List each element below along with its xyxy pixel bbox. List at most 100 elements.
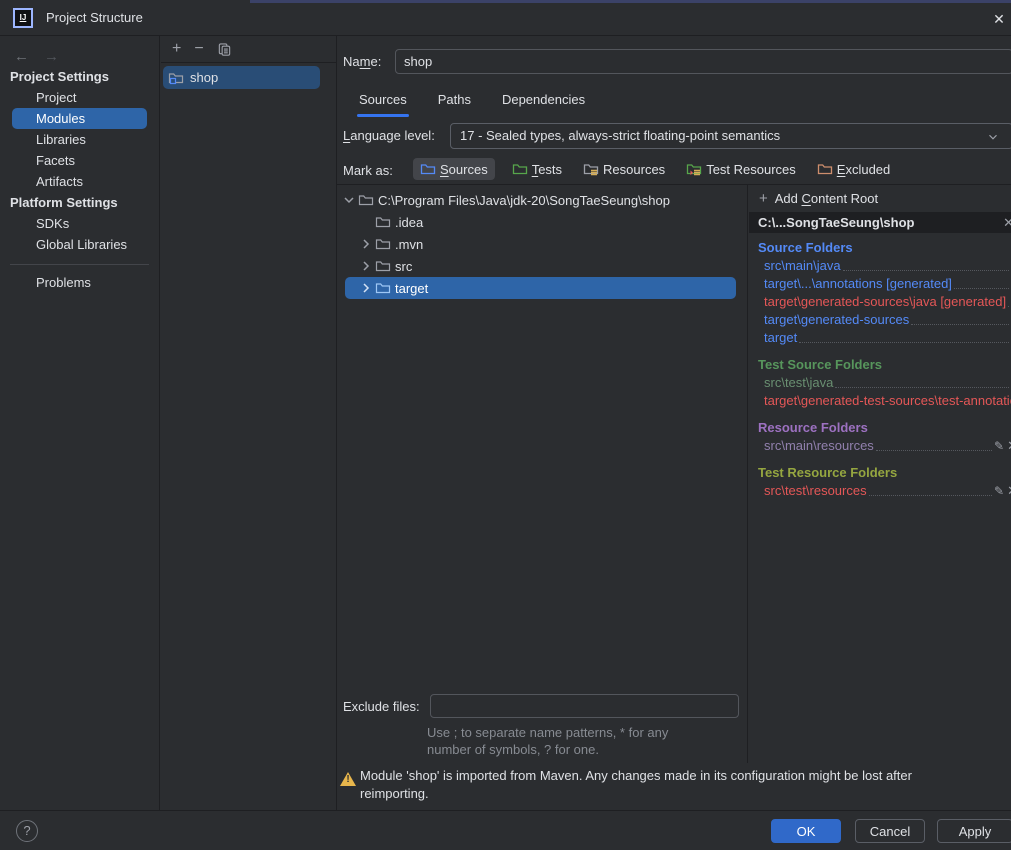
nav-divider bbox=[10, 264, 149, 265]
sources-folder-icon bbox=[420, 164, 436, 175]
sidebar-item-facets[interactable]: Facets bbox=[0, 150, 159, 171]
mark-sources-button[interactable]: Sources bbox=[413, 158, 495, 180]
sidebar-item-global-libraries[interactable]: Global Libraries bbox=[0, 234, 159, 255]
exclude-files-hint: Use ; to separate name patterns, * for a… bbox=[427, 725, 669, 757]
sidebar-item-libraries[interactable]: Libraries bbox=[0, 129, 159, 150]
content-root-header[interactable]: C:\...SongTaeSeung\shop ✕ bbox=[749, 212, 1011, 233]
combo-chevron-down-icon bbox=[986, 130, 1000, 144]
mark-tests-button[interactable]: Tests bbox=[508, 158, 566, 180]
chevron-down-icon[interactable] bbox=[341, 192, 357, 208]
title-bar: IJ Project Structure ✕ bbox=[0, 0, 1011, 36]
add-module-icon[interactable]: + bbox=[172, 41, 181, 57]
edit-pencil-icon[interactable]: ✎ bbox=[994, 482, 1004, 500]
add-content-root-button[interactable]: + Add Content Root bbox=[749, 185, 1011, 212]
apply-button[interactable]: Apply bbox=[937, 819, 1011, 843]
mark-test-resources-button[interactable]: Test Resources bbox=[682, 158, 800, 180]
chevron-right-icon[interactable] bbox=[358, 258, 374, 274]
dialog-title: Project Structure bbox=[46, 10, 143, 25]
sidebar-item-problems[interactable]: Problems bbox=[0, 272, 159, 293]
tab-paths[interactable]: Paths bbox=[436, 88, 473, 117]
copy-module-icon[interactable] bbox=[217, 42, 232, 57]
test-resources-folder-icon bbox=[687, 164, 702, 176]
tree-row-label: C:\Program Files\Java\jdk-20\SongTaeSeun… bbox=[378, 192, 670, 208]
tree-row-root[interactable]: C:\Program Files\Java\jdk-20\SongTaeSeun… bbox=[337, 189, 747, 211]
ok-button[interactable]: OK bbox=[771, 819, 841, 843]
sidebar-item-modules[interactable]: Modules bbox=[12, 108, 147, 129]
mark-excluded-button[interactable]: Excluded bbox=[813, 158, 894, 180]
edit-pencil-icon[interactable]: ✎ bbox=[994, 437, 1004, 455]
module-list-item-shop[interactable]: shop bbox=[163, 66, 320, 89]
tree-row-idea[interactable]: .idea bbox=[337, 211, 747, 233]
exclude-files-input[interactable] bbox=[430, 694, 739, 718]
folder-icon bbox=[375, 236, 391, 252]
module-name-input[interactable] bbox=[395, 49, 1011, 74]
settings-nav: ← → Project Settings Project Modules Lib… bbox=[0, 36, 160, 810]
remove-content-root-icon[interactable]: ✕ bbox=[1003, 212, 1011, 233]
language-level-select[interactable]: 17 - Sealed types, always-strict floatin… bbox=[450, 123, 1011, 149]
folder-icon bbox=[375, 280, 391, 296]
remove-module-icon[interactable]: − bbox=[194, 41, 203, 57]
sidebar-item-artifacts[interactable]: Artifacts bbox=[0, 171, 159, 192]
warning-icon: ! bbox=[340, 772, 356, 786]
content-root-tree: C:\Program Files\Java\jdk-20\SongTaeSeun… bbox=[337, 185, 748, 763]
resources-folder-icon bbox=[583, 164, 599, 176]
forward-icon[interactable]: → bbox=[44, 48, 59, 66]
folder-icon bbox=[358, 192, 374, 208]
maven-warning: ! Module 'shop' is imported from Maven. … bbox=[337, 763, 1011, 810]
folder-sections: Source Folders src\main\java target\...\… bbox=[749, 233, 1011, 500]
tree-row-label: .idea bbox=[395, 214, 424, 230]
tree-row-label: .mvn bbox=[395, 236, 424, 252]
modules-toolbar: + − bbox=[161, 36, 336, 63]
mark-as-label: Mark as: bbox=[343, 163, 393, 178]
chevron-none bbox=[358, 214, 374, 230]
excluded-folder-icon bbox=[817, 164, 832, 175]
folder-link[interactable]: target\...\annotations [generated] bbox=[758, 275, 1011, 293]
language-level-label: Language level: bbox=[343, 128, 435, 143]
module-tabs: Sources Paths Dependencies bbox=[357, 88, 587, 117]
remove-folder-icon[interactable]: ✕ bbox=[1007, 482, 1011, 500]
content-roots-panel: + Add Content Root C:\...SongTaeSeung\sh… bbox=[749, 185, 1011, 763]
folder-icon bbox=[375, 214, 391, 230]
tab-sources[interactable]: Sources bbox=[357, 88, 409, 117]
chevron-right-icon[interactable] bbox=[358, 236, 374, 252]
project-structure-dialog: IJ Project Structure ✕ ← → Project Setti… bbox=[0, 0, 1011, 850]
nav-header-platform-settings: Platform Settings bbox=[10, 195, 118, 210]
module-icon bbox=[168, 70, 184, 86]
history-arrows: ← → bbox=[0, 36, 159, 66]
back-icon[interactable]: ← bbox=[14, 48, 29, 66]
folder-link[interactable]: src\test\resources ✎ ✕ bbox=[758, 482, 1011, 500]
intellij-logo-icon: IJ bbox=[13, 7, 33, 28]
mark-resources-button[interactable]: Resources bbox=[579, 158, 669, 180]
modules-list-pane: + − shop bbox=[161, 36, 337, 810]
sidebar-item-project[interactable]: Project bbox=[0, 87, 159, 108]
tab-dependencies[interactable]: Dependencies bbox=[500, 88, 587, 117]
folder-icon bbox=[375, 258, 391, 274]
nav-header-project-settings: Project Settings bbox=[10, 69, 109, 84]
close-icon[interactable]: ✕ bbox=[989, 9, 1009, 29]
tree-row-mvn[interactable]: .mvn bbox=[337, 233, 747, 255]
tree-row-label: src bbox=[395, 258, 413, 274]
warning-text: Module 'shop' is imported from Maven. An… bbox=[360, 768, 912, 801]
module-editor: Name: Sources Paths Dependencies Languag… bbox=[337, 36, 1011, 810]
language-level-value: 17 - Sealed types, always-strict floatin… bbox=[460, 128, 781, 143]
plus-icon: + bbox=[759, 190, 768, 207]
folder-link[interactable]: src\main\resources ✎ ✕ bbox=[758, 437, 1011, 455]
help-icon[interactable]: ? bbox=[16, 820, 38, 842]
exclude-files-label: Exclude files: bbox=[343, 699, 420, 714]
tree-row-target[interactable]: target bbox=[345, 277, 736, 299]
content-root-path: C:\...SongTaeSeung\shop bbox=[758, 215, 915, 230]
sidebar-item-sdks[interactable]: SDKs bbox=[0, 213, 159, 234]
name-label: Name: bbox=[343, 54, 382, 69]
tree-row-label: target bbox=[395, 280, 429, 296]
folder-link[interactable]: src\test\java bbox=[758, 374, 1011, 392]
folder-link[interactable]: target bbox=[758, 329, 1011, 347]
dialog-footer: ? OK Cancel Apply bbox=[0, 810, 1011, 850]
cancel-button[interactable]: Cancel bbox=[855, 819, 925, 843]
remove-folder-icon[interactable]: ✕ bbox=[1007, 437, 1011, 455]
folder-link[interactable]: target\generated-test-sources\test-annot… bbox=[758, 392, 1011, 410]
tests-folder-icon bbox=[512, 164, 527, 175]
chevron-right-icon[interactable] bbox=[358, 280, 374, 296]
tree-row-src[interactable]: src bbox=[337, 255, 747, 277]
module-name: shop bbox=[190, 70, 219, 85]
mark-as-chips: Sources Tests Resources Test Resources E… bbox=[413, 156, 894, 182]
